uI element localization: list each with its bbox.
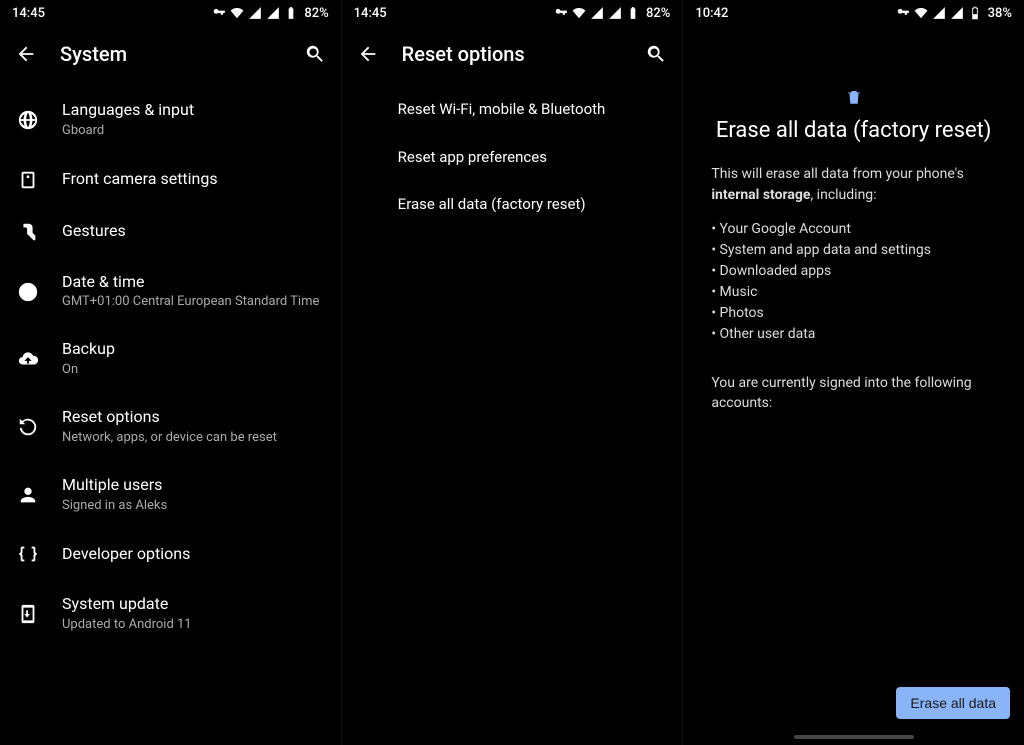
item-subtitle: Signed in as Aleks: [62, 498, 167, 515]
back-button[interactable]: [12, 40, 40, 68]
item-subtitle: GMT+01:00 Central European Standard Time: [62, 294, 319, 311]
item-developer-options[interactable]: Developer options: [0, 528, 341, 580]
bullet: Your Google Account: [711, 219, 996, 240]
cloud-upload-icon: [16, 347, 40, 371]
signal-icon: [266, 6, 280, 20]
wifi-icon: [572, 6, 586, 20]
factory-reset-body: This will erase all data from your phone…: [711, 164, 996, 205]
status-bar: 14:45 82%: [342, 0, 683, 26]
item-multiple-users[interactable]: Multiple users Signed in as Aleks: [0, 461, 341, 529]
search-button[interactable]: [642, 40, 670, 68]
status-time: 10:42: [695, 6, 728, 21]
restore-icon: [16, 415, 40, 439]
factory-reset-content: Erase all data (factory reset) This will…: [683, 26, 1024, 745]
bullet: System and app data and settings: [711, 240, 996, 261]
trash-icon: [711, 86, 996, 108]
item-title: Reset options: [62, 407, 277, 428]
wifi-icon: [914, 6, 928, 20]
app-bar: System: [0, 26, 341, 82]
item-reset-wifi[interactable]: Reset Wi-Fi, mobile & Bluetooth: [342, 86, 683, 134]
item-title: Gestures: [62, 221, 126, 242]
battery-percent: 82%: [646, 6, 670, 21]
globe-icon: [16, 108, 40, 132]
item-title: Front camera settings: [62, 169, 218, 190]
battery-icon: [968, 6, 982, 20]
item-title: Developer options: [62, 544, 190, 565]
front-camera-icon: [16, 168, 40, 192]
screen-reset-options: 14:45 82% Reset options Reset Wi-Fi, mob…: [342, 0, 684, 745]
item-title: Reset Wi-Fi, mobile & Bluetooth: [398, 100, 606, 120]
body-prefix: This will erase all data from your phone…: [711, 166, 963, 182]
bullet: Downloaded apps: [711, 261, 996, 282]
reset-list: Reset Wi-Fi, mobile & Bluetooth Reset ap…: [342, 82, 683, 745]
status-right: 82%: [212, 6, 328, 21]
item-languages-input[interactable]: Languages & input Gboard: [0, 86, 341, 154]
vpn-key-icon: [554, 6, 568, 20]
item-title: Backup: [62, 339, 115, 360]
person-icon: [16, 483, 40, 507]
erase-all-data-button[interactable]: Erase all data: [896, 687, 1010, 719]
item-title: System update: [62, 594, 192, 615]
signal-icon: [590, 6, 604, 20]
battery-percent: 82%: [304, 6, 328, 21]
item-reset-apps[interactable]: Reset app preferences: [342, 134, 683, 182]
wifi-icon: [230, 6, 244, 20]
item-subtitle: Gboard: [62, 123, 194, 140]
item-subtitle: On: [62, 362, 115, 379]
body-suffix: , including:: [810, 187, 876, 203]
search-button[interactable]: [301, 40, 329, 68]
battery-percent: 38%: [988, 6, 1012, 21]
factory-reset-title: Erase all data (factory reset): [711, 118, 996, 144]
system-update-icon: [16, 602, 40, 626]
screen-factory-reset: 10:42 38% Erase all data (factory reset)…: [683, 0, 1024, 745]
bullet: Other user data: [711, 324, 996, 345]
item-reset-options[interactable]: Reset options Network, apps, or device ca…: [0, 393, 341, 461]
item-front-camera[interactable]: Front camera settings: [0, 154, 341, 206]
screen-system: 14:45 82% System Languages & input Gboard: [0, 0, 342, 745]
back-button[interactable]: [354, 40, 382, 68]
item-title: Erase all data (factory reset): [398, 195, 586, 215]
gesture-nav-bar[interactable]: [794, 735, 914, 739]
status-time: 14:45: [12, 6, 45, 21]
signed-accounts-text: You are currently signed into the follow…: [711, 373, 996, 414]
item-title: Multiple users: [62, 475, 167, 496]
item-subtitle: Network, apps, or device can be reset: [62, 430, 277, 447]
status-right: 82%: [554, 6, 670, 21]
battery-icon: [626, 6, 640, 20]
item-subtitle: Updated to Android 11: [62, 617, 192, 634]
vpn-key-icon: [896, 6, 910, 20]
battery-icon: [284, 6, 298, 20]
footer: Erase all data: [896, 687, 1010, 719]
settings-list: Languages & input Gboard Front camera set…: [0, 82, 341, 745]
item-system-update[interactable]: System update Updated to Android 11: [0, 580, 341, 648]
signal-icon: [932, 6, 946, 20]
item-date-time[interactable]: Date & timeGMT+01:00 Central European St…: [0, 258, 341, 326]
bullet: Photos: [711, 303, 996, 324]
item-title: Languages & input: [62, 100, 194, 121]
erase-bullets: Your Google Account System and app data …: [711, 219, 996, 345]
braces-icon: [16, 542, 40, 566]
app-bar: Reset options: [342, 26, 683, 82]
item-title: Date & time: [62, 272, 319, 293]
page-title: System: [60, 42, 281, 66]
status-time: 14:45: [354, 6, 387, 21]
item-gestures[interactable]: Gestures: [0, 206, 341, 258]
status-bar: 14:45 82%: [0, 0, 341, 26]
status-right: 38%: [896, 6, 1012, 21]
item-backup[interactable]: Backup On: [0, 325, 341, 393]
signal-icon: [608, 6, 622, 20]
status-bar: 10:42 38%: [683, 0, 1024, 26]
bullet: Music: [711, 282, 996, 303]
vpn-key-icon: [212, 6, 226, 20]
item-title: Reset app preferences: [398, 148, 547, 168]
clock-icon: [16, 280, 40, 304]
item-erase-all[interactable]: Erase all data (factory reset): [342, 181, 683, 229]
gesture-icon: [16, 220, 40, 244]
signal-icon: [248, 6, 262, 20]
page-title: Reset options: [402, 42, 623, 66]
signal-icon: [950, 6, 964, 20]
body-bold: internal storage: [711, 187, 810, 203]
